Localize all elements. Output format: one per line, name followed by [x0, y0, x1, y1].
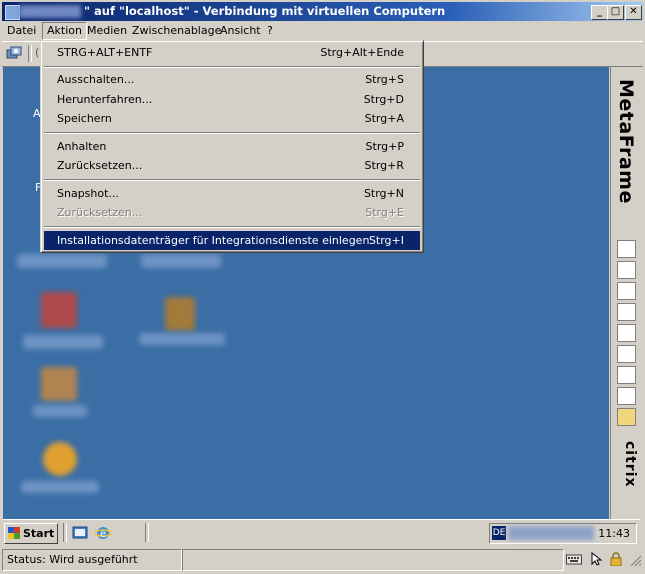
- menu-item-shortcut: Strg+S: [365, 73, 404, 86]
- desktop-icon[interactable]: [41, 292, 77, 328]
- menu-item-label: STRG+ALT+ENTF: [57, 46, 153, 59]
- menu-item-label: Snapshot...: [57, 187, 119, 200]
- menu-item-label: Herunterfahren...: [57, 93, 153, 106]
- menu-separator: [44, 226, 420, 228]
- action-menu: STRG+ALT+ENTF Strg+Alt+Ende Ausschalten.…: [40, 40, 424, 253]
- menu-item-shortcut: Strg+Alt+Ende: [320, 46, 404, 59]
- network-icon[interactable]: [617, 240, 636, 258]
- tree-icon[interactable]: [617, 282, 636, 300]
- mouse-icon: [591, 552, 603, 566]
- window-title: " auf "localhost" - Verbindung mit virtu…: [84, 4, 446, 18]
- menu-item-shortcut: Strg+R: [364, 159, 404, 172]
- menu-aktion[interactable]: Aktion: [42, 22, 87, 40]
- menu-separator: [44, 66, 420, 68]
- search-icon[interactable]: [617, 261, 636, 279]
- menu-ansicht[interactable]: Ansicht: [216, 23, 265, 39]
- menu-item-shortcut: Strg+I: [368, 234, 404, 247]
- vm-connection-window: " auf "localhost" - Verbindung mit virtu…: [0, 0, 645, 574]
- menu-item-ausschalten[interactable]: Ausschalten... Strg+S: [44, 70, 420, 89]
- menu-item-insert-integration-disk[interactable]: Installationsdatenträger für Integration…: [44, 231, 420, 250]
- desktop-icon-label: [141, 254, 221, 268]
- system-tray: DE 11:43: [489, 523, 637, 544]
- menu-item-label: Anhalten: [57, 140, 107, 153]
- blurred-vm-name: [19, 5, 81, 18]
- menu-item-shortcut: Strg+A: [364, 112, 404, 125]
- title-bar[interactable]: " auf "localhost" - Verbindung mit virtu…: [2, 2, 643, 21]
- menu-item-ctrl-alt-del[interactable]: STRG+ALT+ENTF Strg+Alt+Ende: [44, 43, 420, 62]
- minimize-button[interactable]: _: [591, 5, 608, 20]
- menu-item-snapshot[interactable]: Snapshot... Strg+N: [44, 184, 420, 203]
- start-label: Start: [23, 527, 55, 540]
- svg-text:e: e: [100, 529, 106, 540]
- vm-app-icon: [5, 5, 20, 20]
- printer-icon[interactable]: [617, 366, 636, 384]
- folder-icon[interactable]: [617, 408, 636, 426]
- keyboard-icon: [566, 554, 582, 565]
- citrix-brand: citrix: [622, 441, 638, 488]
- menu-item-revert-disabled: Zurücksetzen... Strg+E: [44, 203, 420, 222]
- desktop-icon[interactable]: [165, 297, 195, 331]
- window-icon[interactable]: [617, 303, 636, 321]
- desktop-icon[interactable]: [41, 367, 77, 401]
- windows-logo-icon: [8, 527, 20, 539]
- menu-bar: Datei Aktion Medien Zwischenablage Ansic…: [2, 22, 643, 40]
- desktop-icon-label: [17, 254, 107, 268]
- chart-icon[interactable]: [617, 387, 636, 405]
- start-button[interactable]: Start: [4, 523, 58, 544]
- close-button[interactable]: ✕: [625, 5, 642, 20]
- desktop-icon[interactable]: [43, 442, 77, 476]
- menu-datei[interactable]: Datei: [3, 23, 40, 39]
- language-indicator[interactable]: DE: [492, 526, 506, 540]
- menu-item-label: Installationsdatenträger für Integration…: [57, 234, 370, 247]
- metaframe-brand: MetaFrame: [615, 79, 637, 204]
- menu-item-label: Zurücksetzen...: [57, 206, 143, 219]
- status-pane-empty: [182, 549, 564, 571]
- remote-taskbar: Start e DE 11:43: [3, 519, 640, 547]
- lock-icon: [610, 552, 622, 566]
- clock: 11:43: [598, 527, 630, 540]
- menu-item-zuruecksetzen[interactable]: Zurücksetzen... Strg+R: [44, 156, 420, 175]
- menu-item-shortcut: Strg+P: [365, 140, 404, 153]
- menu-help[interactable]: ?: [263, 23, 277, 39]
- desktop-icon-label: [21, 481, 99, 493]
- menu-item-label: Zurücksetzen...: [57, 159, 143, 172]
- quicklaunch-separator: [145, 523, 149, 542]
- menu-item-shortcut: Strg+E: [365, 206, 404, 219]
- quicklaunch-separator: [63, 523, 67, 542]
- toolbar-separator: [28, 45, 32, 62]
- menu-item-shortcut: Strg+N: [363, 187, 404, 200]
- label-icon[interactable]: [617, 324, 636, 342]
- desktop-icon-label: [139, 333, 225, 345]
- menu-item-label: Speichern: [57, 112, 112, 125]
- resize-grip-icon[interactable]: [627, 552, 643, 566]
- ie-icon[interactable]: e: [95, 525, 111, 541]
- desktop-icon-label: [23, 335, 103, 349]
- menu-item-label: Ausschalten...: [57, 73, 135, 86]
- close-doc-icon[interactable]: [617, 345, 636, 363]
- desktop-icon-label: [33, 405, 87, 417]
- menu-medien[interactable]: Medien: [83, 23, 131, 39]
- menu-item-anhalten[interactable]: Anhalten Strg+P: [44, 137, 420, 156]
- blurred-tray-icons: [508, 526, 594, 540]
- show-desktop-icon[interactable]: [72, 525, 88, 541]
- menu-item-speichern[interactable]: Speichern Strg+A: [44, 109, 420, 128]
- menu-separator: [44, 179, 420, 181]
- maximize-button[interactable]: □: [607, 5, 624, 20]
- menu-separator: [44, 132, 420, 134]
- metaframe-panel: MetaFrame citrix: [610, 67, 641, 519]
- toolbar-partial-button[interactable]: (: [35, 46, 39, 59]
- menu-zwischenablage[interactable]: Zwischenablage: [128, 23, 225, 39]
- ctrl-alt-del-icon[interactable]: [6, 46, 22, 61]
- status-bar: Status: Wird ausgeführt: [2, 548, 643, 571]
- menu-item-herunterfahren[interactable]: Herunterfahren... Strg+D: [44, 90, 420, 109]
- status-text: Status: Wird ausgeführt: [2, 549, 182, 571]
- menu-item-shortcut: Strg+D: [363, 93, 404, 106]
